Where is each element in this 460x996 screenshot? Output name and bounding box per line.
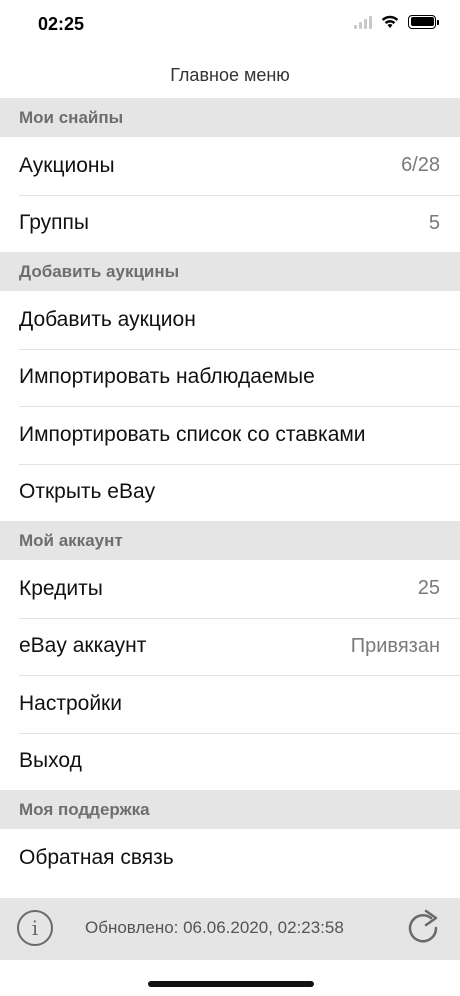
battery-icon: [408, 14, 439, 29]
status-icons: [354, 14, 439, 29]
home-indicator: [148, 981, 314, 987]
wifi-icon: [381, 15, 399, 28]
menu-item-label: Импортировать наблюдаемые: [19, 365, 315, 389]
refresh-icon[interactable]: [404, 906, 442, 948]
page-title: Главное меню: [170, 64, 290, 85]
menu-item-add-auction[interactable]: Добавить аукцион: [0, 291, 460, 349]
menu-item-ebay-account[interactable]: eBay аккаунт Привязан: [0, 617, 460, 675]
menu-list: Мои снайпы Аукционы 6/28 Группы 5 Добави…: [0, 98, 460, 887]
menu-item-label: Добавить аукцион: [19, 307, 196, 331]
nav-bar: Главное меню: [0, 52, 460, 98]
menu-item-label: Кредиты: [19, 576, 103, 600]
menu-item-import-watched[interactable]: Импортировать наблюдаемые: [0, 348, 460, 406]
last-updated-label: Обновлено: 06.06.2020, 02:23:58: [85, 918, 344, 937]
info-icon[interactable]: i: [17, 910, 53, 946]
menu-item-value: Привязан: [350, 634, 440, 657]
menu-item-label: Обратная связь: [19, 845, 174, 869]
status-time: 02:25: [38, 14, 85, 34]
menu-item-label: Открыть eBay: [19, 480, 156, 504]
bottom-toolbar: i Обновлено: 06.06.2020, 02:23:58: [0, 898, 460, 960]
menu-item-import-bids[interactable]: Импортировать список со ставками: [0, 406, 460, 464]
menu-item-label: eBay аккаунт: [19, 634, 147, 658]
menu-item-value: 25: [417, 577, 440, 600]
menu-item-label: Выход: [19, 749, 82, 773]
status-bar: 02:25: [0, 0, 460, 52]
menu-item-label: Группы: [19, 211, 89, 235]
section-header-add: Добавить аукцины: [0, 252, 460, 291]
menu-item-label: Аукционы: [19, 153, 115, 177]
menu-item-label: Импортировать список со ставками: [19, 422, 366, 446]
section-header-account: Мой аккаунт: [0, 521, 460, 560]
menu-item-groups[interactable]: Группы 5: [0, 194, 460, 252]
menu-item-credits[interactable]: Кредиты 25: [0, 560, 460, 618]
section-header-snipes: Мои снайпы: [0, 98, 460, 137]
menu-item-open-ebay[interactable]: Открыть eBay: [0, 463, 460, 521]
menu-item-value: 6/28: [401, 154, 440, 177]
menu-item-value: 5: [428, 211, 440, 234]
section-header-support: Моя поддержка: [0, 790, 460, 829]
cellular-signal-icon: [354, 15, 372, 29]
menu-item-settings[interactable]: Настройки: [0, 675, 460, 733]
menu-item-feedback[interactable]: Обратная связь: [0, 829, 460, 887]
menu-item-auctions[interactable]: Аукционы 6/28: [0, 137, 460, 195]
menu-item-label: Настройки: [19, 691, 122, 715]
screen: 02:25 Главное меню Мои снайпы Аукционы 6…: [0, 0, 460, 996]
menu-item-logout[interactable]: Выход: [0, 732, 460, 790]
